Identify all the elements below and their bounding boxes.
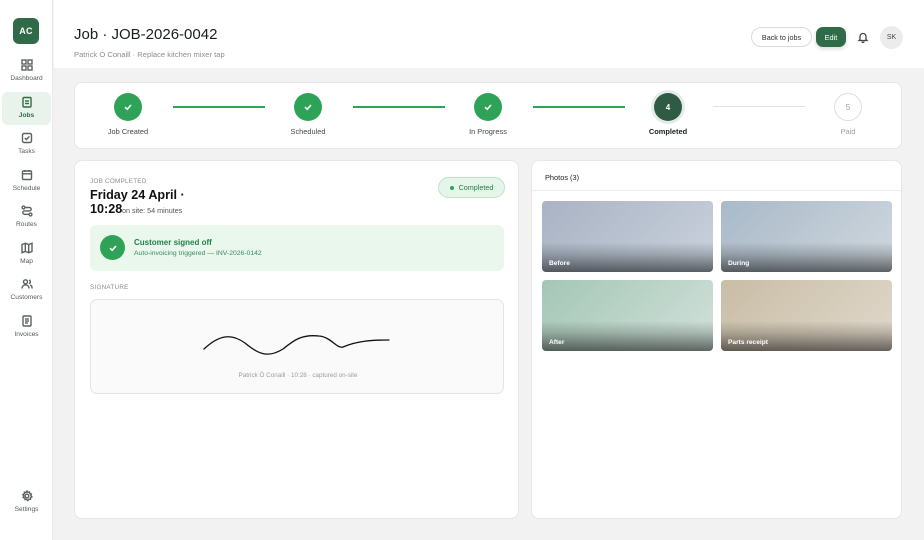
sidebar-item-label: Tasks [18,148,35,155]
photo-thumbnail[interactable]: After [542,280,713,351]
page-subtitle: Patrick Ó Conaill · Replace kitchen mixe… [74,50,225,59]
check-icon [304,104,312,111]
sidebar-item-jobs[interactable]: Jobs [0,92,53,128]
step-job-created: Job Created [78,93,178,143]
grid-icon [20,59,33,71]
photo-thumbnail[interactable]: Parts receipt [721,280,892,351]
customer-signed-off-banner: Customer signed off Auto-invoicing trigg… [90,225,504,271]
check-icon [108,244,117,251]
step-connector [713,106,805,107]
document-icon [21,315,32,327]
signature-panel: Patrick Ó Conaill · 10:28 · captured on-… [90,299,504,394]
sidebar-item-schedule[interactable]: Schedule [0,169,53,201]
step-paid: 5 Paid [798,93,898,143]
step-label: Completed [648,127,688,136]
step-label: Job Created [107,127,149,136]
sidebar-item-label: Schedule [12,185,41,192]
step-scheduled: Scheduled [258,93,358,143]
completion-card: JOB COMPLETED Friday 24 April · 10:28 on… [74,160,519,519]
photos-card: Photos (3) Before During After Parts rec… [531,160,902,519]
gear-icon [21,490,33,502]
completion-eyebrow: JOB COMPLETED [90,178,147,185]
photo-thumbnail[interactable]: Before [542,201,713,272]
auto-invoicing-note: Auto-invoicing triggered — INV-2026-0142 [134,250,262,257]
checkbox-icon [21,132,32,144]
sidebar-item-tasks[interactable]: Tasks [0,132,53,164]
step-label: Scheduled [290,127,326,136]
step-label: Paid [840,127,856,136]
photo-shade [721,242,892,272]
users-icon [20,279,33,289]
page-title: Job · JOB-2026-0042 [74,26,218,43]
signed-off-indicator [100,235,125,260]
signature-caption: Patrick Ó Conaill · 10:28 · captured on-… [238,372,358,379]
step-done-indicator [114,93,142,121]
step-connector [173,106,265,108]
photo-label: Before [549,260,570,267]
step-connector [353,106,445,108]
sidebar-item-label: Dashboard [10,75,43,82]
photo-thumbnail[interactable]: During [721,201,892,272]
sidebar-item-label: Customers [10,294,43,301]
sidebar-item-label: Jobs [18,112,35,119]
sidebar-item-map[interactable]: Map [0,242,53,274]
photo-shade [542,242,713,272]
check-icon [124,104,132,111]
step-number: 4 [654,93,682,121]
step-done-indicator [474,93,502,121]
step-done-indicator [294,93,322,121]
sidebar-item-label: Settings [14,506,39,513]
user-avatar[interactable]: SK [880,26,903,49]
photo-label: During [728,260,750,267]
map-icon [20,242,33,254]
signature-heading: SIGNATURE [90,284,129,291]
photo-shade [542,321,713,351]
signed-off-title: Customer signed off [134,238,212,247]
photo-shade [721,321,892,351]
check-icon [484,104,492,111]
sidebar-item-routes[interactable]: Routes [0,205,53,237]
status-badge-label: Completed [458,183,494,192]
step-label: In Progress [469,127,507,136]
step-completed: 4 Completed [618,93,718,143]
photo-label: After [549,339,565,346]
status-badge: Completed [438,177,505,198]
step-connector [533,106,625,108]
back-to-jobs-button[interactable]: Back to jobs [751,27,812,47]
page-header: Job · JOB-2026-0042 Patrick Ó Conaill · … [54,0,924,68]
notifications-button[interactable] [857,30,871,44]
sidebar-item-customers[interactable]: Customers [0,278,53,310]
status-dot [449,185,454,190]
step-in-progress: In Progress [438,93,538,143]
sidebar: AC Dashboard Jobs Tasks Schedule Routes … [0,0,53,540]
sidebar-item-dashboard[interactable]: Dashboard [0,59,53,91]
step-number: 5 [834,93,862,121]
divider [532,190,901,191]
sidebar-item-invoices[interactable]: Invoices [0,315,53,347]
sidebar-item-label: Invoices [14,331,39,338]
app-logo[interactable]: AC [13,18,39,44]
sidebar-item-label: Routes [16,221,37,228]
signature-drawing [203,335,390,355]
job-progress-stepper: Job Created Scheduled In Progress 4 Comp… [74,82,902,149]
photo-label: Parts receipt [728,339,768,346]
calendar-icon [21,170,32,181]
bell-icon [857,32,869,44]
edit-button[interactable]: Edit [816,27,846,47]
photos-title: Photos (3) [545,173,580,182]
sidebar-item-label: Map [20,258,33,265]
time-on-site: on site: 54 minutes [122,206,183,215]
route-icon [20,205,33,217]
sidebar-item-settings[interactable]: Settings [0,490,53,522]
clipboard-icon [21,96,32,108]
